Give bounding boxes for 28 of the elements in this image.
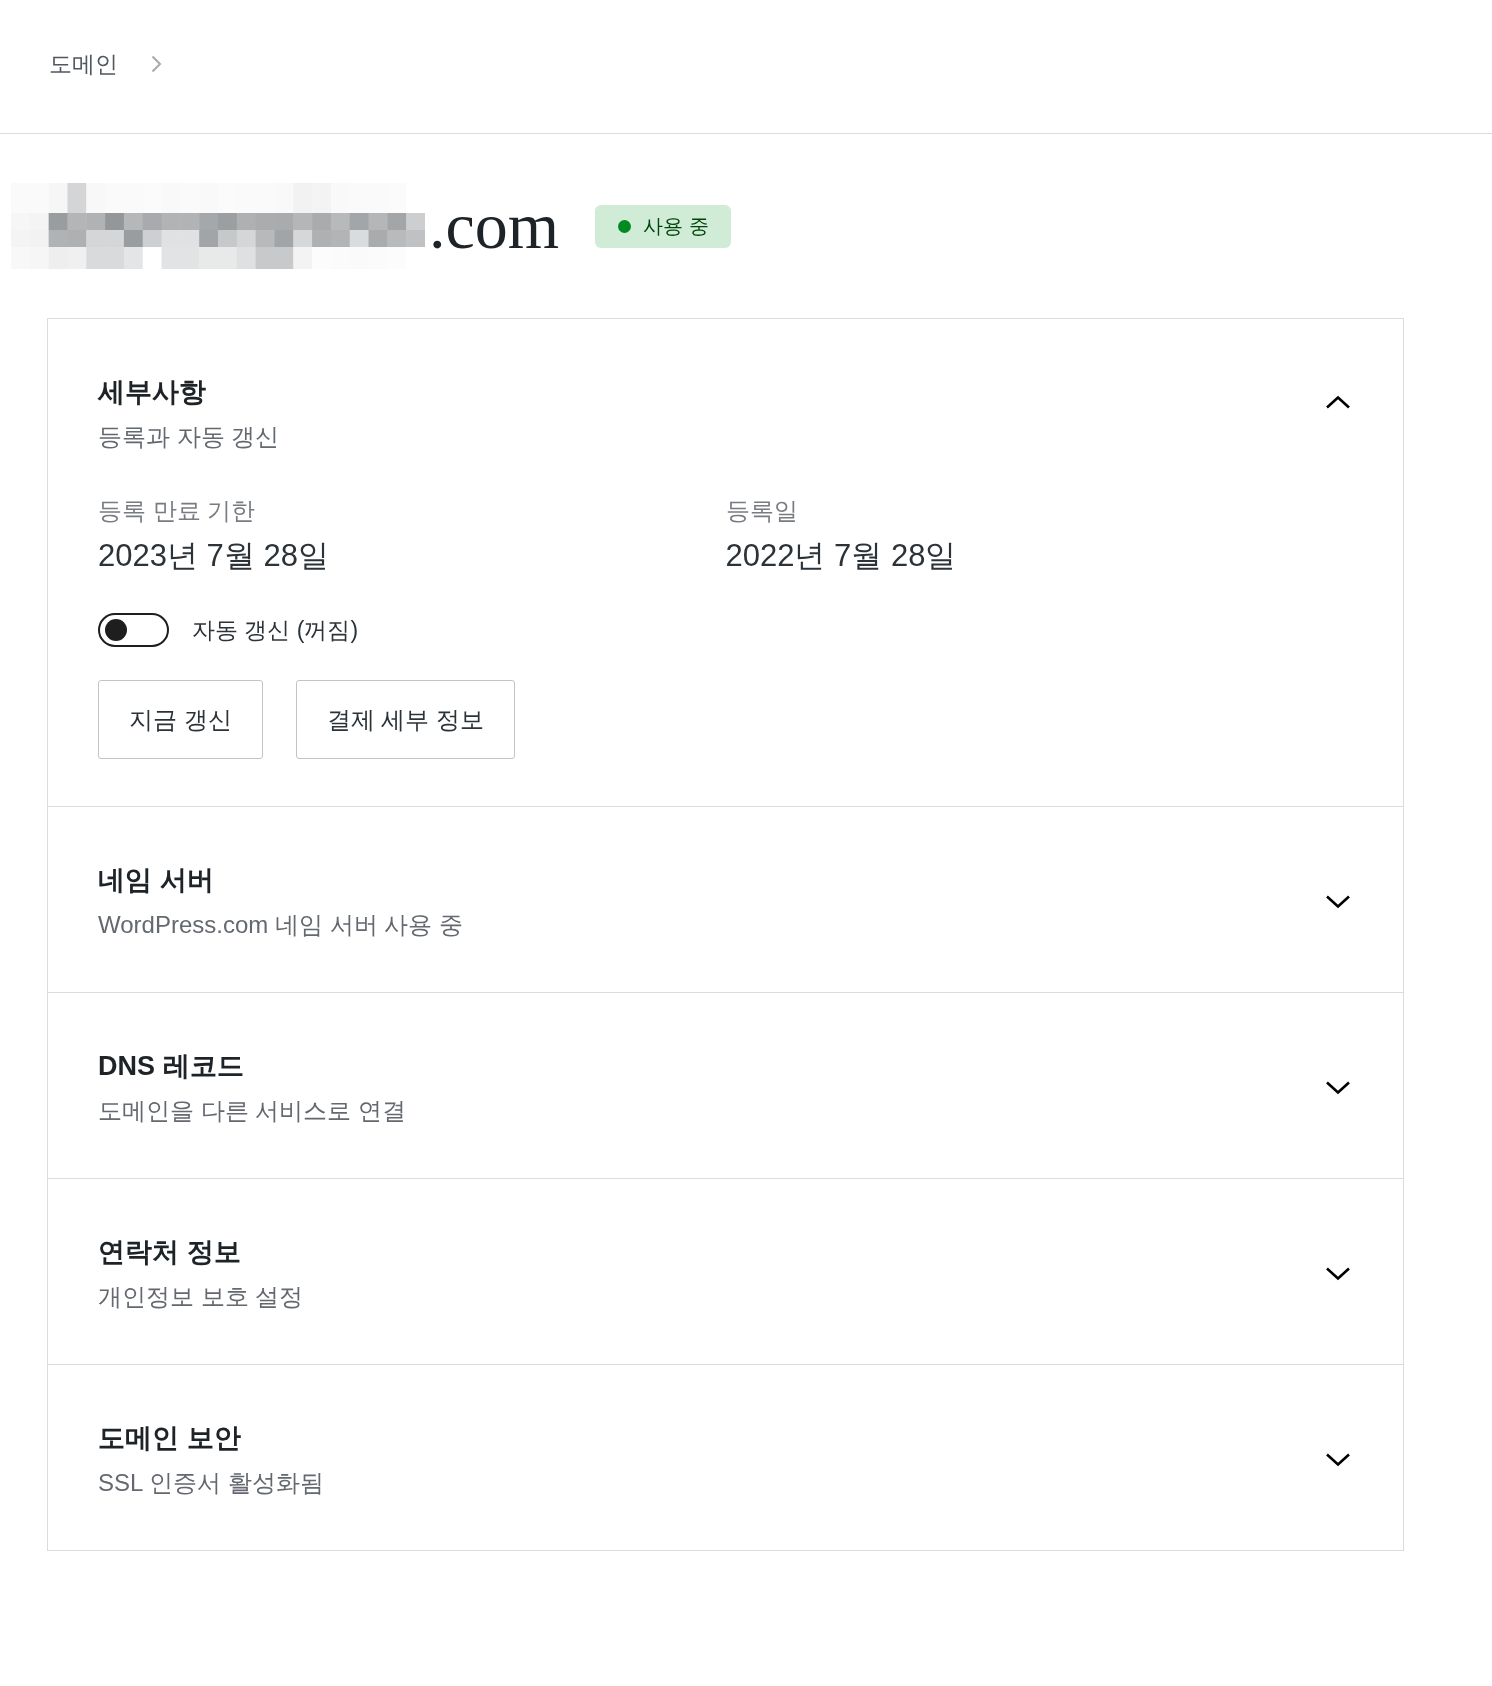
section-title: 네임 서버	[98, 864, 215, 897]
chevron-down-icon[interactable]	[1325, 1267, 1351, 1281]
section-subtitle: 도메인을 다른 서비스로 연결	[98, 1096, 406, 1126]
field-value: 2022년 7월 28일	[725, 537, 958, 575]
chevron-down-icon[interactable]	[1325, 1453, 1351, 1467]
status-dot-icon	[618, 219, 632, 233]
field-value: 2023년 7월 28일	[98, 537, 330, 575]
domain-name: .com	[429, 188, 560, 264]
section-subtitle: 등록과 자동 갱신	[98, 422, 280, 452]
section-subtitle: 개인정보 보호 설정	[98, 1282, 304, 1312]
action-button[interactable]: 결제 세부 정보	[295, 680, 515, 759]
action-button[interactable]: 지금 갱신	[98, 680, 263, 759]
chevron-down-icon[interactable]	[1325, 895, 1351, 909]
breadcrumb-link[interactable]: 도메인	[49, 48, 118, 80]
section-title: DNS 레코드	[98, 1050, 245, 1083]
section-title: 도메인 보안	[98, 1422, 242, 1455]
toggle-label: 자동 갱신 (꺼짐)	[192, 616, 359, 645]
field-label: 등록 만료 기한	[98, 496, 257, 526]
chevron-right-icon	[151, 55, 162, 73]
status-label: 사용 중	[643, 214, 709, 239]
chevron-up-icon[interactable]	[1325, 395, 1351, 409]
field-label: 등록일	[725, 496, 799, 526]
section-title: 연락처 정보	[98, 1236, 242, 1269]
section-title: 세부사항	[98, 376, 207, 409]
chevron-down-icon[interactable]	[1325, 1081, 1351, 1095]
section-subtitle: SSL 인증서 활성화됨	[98, 1468, 324, 1498]
section-subtitle: WordPress.com 네임 서버 사용 중	[98, 910, 463, 940]
auto-renew-toggle[interactable]	[98, 613, 169, 647]
